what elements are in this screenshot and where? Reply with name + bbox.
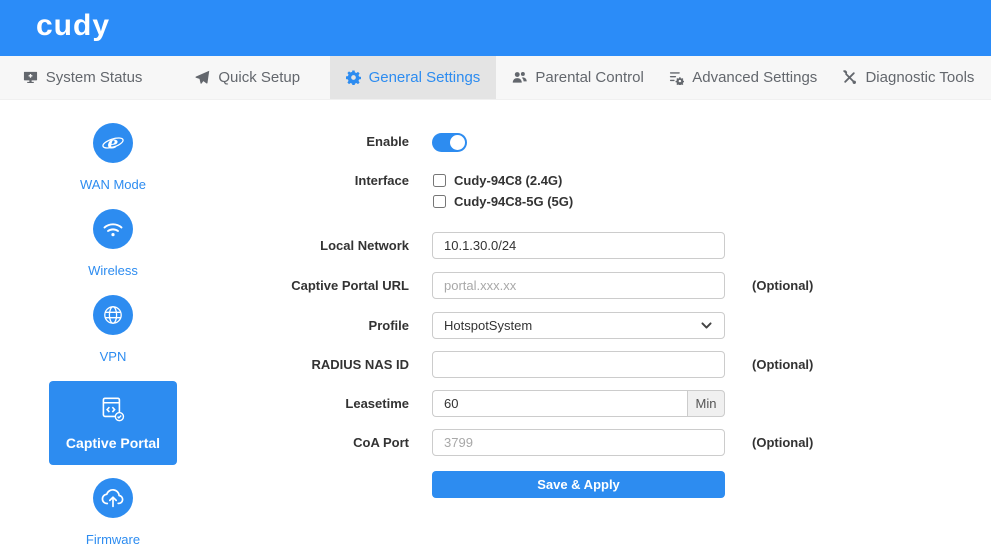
tab-label: Quick Setup xyxy=(218,69,300,86)
profile-selected-value: HotspotSystem xyxy=(444,318,532,333)
sidebar-item-vpn[interactable]: VPN xyxy=(93,295,133,364)
tab-system-status[interactable]: System Status xyxy=(0,56,165,99)
optional-note: (Optional) xyxy=(752,357,813,372)
gear-icon xyxy=(346,70,361,85)
tab-label: Parental Control xyxy=(535,69,643,86)
enable-row: Enable xyxy=(226,131,991,152)
globe-icon xyxy=(93,295,133,335)
sidebar-item-wireless[interactable]: Wireless xyxy=(88,209,138,278)
sidebar-item-firmware[interactable]: Firmware xyxy=(86,478,140,547)
header: cudy xyxy=(0,0,991,56)
interface-option-5g: Cudy-94C8-5G (5G) xyxy=(432,191,725,212)
portal-window-icon xyxy=(97,394,129,426)
tab-diagnostic-tools[interactable]: Diagnostic Tools xyxy=(826,56,991,99)
wifi-icon xyxy=(93,209,133,249)
profile-row: Profile HotspotSystem xyxy=(226,312,991,339)
leasetime-unit: Min xyxy=(687,390,725,417)
sidebar-item-wan-mode[interactable]: e WAN Mode xyxy=(80,123,146,192)
sidebar-item-label: Firmware xyxy=(86,532,140,547)
local-network-row: Local Network xyxy=(226,232,991,259)
interface-option-24g: Cudy-94C8 (2.4G) xyxy=(432,170,725,191)
main-nav: System Status Quick Setup General Settin… xyxy=(0,56,991,100)
interface-label: Interface xyxy=(226,170,432,191)
toggle-knob xyxy=(450,135,465,150)
paper-plane-icon xyxy=(195,70,210,85)
leasetime-label: Leasetime xyxy=(226,396,432,411)
tab-quick-setup[interactable]: Quick Setup xyxy=(165,56,330,99)
coa-port-label: CoA Port xyxy=(226,435,432,450)
sidebar-item-label: VPN xyxy=(100,349,127,364)
save-apply-button[interactable]: Save & Apply xyxy=(432,471,725,498)
sidebar-item-captive-portal[interactable]: Captive Portal xyxy=(49,381,177,465)
tab-label: Advanced Settings xyxy=(692,69,817,86)
tab-parental-control[interactable]: Parental Control xyxy=(496,56,661,99)
chevron-down-icon xyxy=(700,319,713,332)
sidebar-item-label: Wireless xyxy=(88,263,138,278)
radius-nas-id-label: RADIUS NAS ID xyxy=(226,357,432,372)
tab-label: System Status xyxy=(46,69,143,86)
interface-5g-checkbox[interactable] xyxy=(433,195,446,208)
crossed-tools-icon xyxy=(842,70,857,85)
captive-portal-form: Enable Interface Cudy-94C8 (2.4G) xyxy=(226,100,991,551)
tab-advanced-settings[interactable]: Advanced Settings xyxy=(661,56,826,99)
radius-nas-id-row: RADIUS NAS ID (Optional) xyxy=(226,351,991,378)
sidebar-item-label: WAN Mode xyxy=(80,177,146,192)
profile-label: Profile xyxy=(226,318,432,333)
monitor-icon xyxy=(23,70,38,85)
captive-portal-url-input[interactable] xyxy=(432,272,725,299)
enable-label: Enable xyxy=(226,134,432,149)
local-network-label: Local Network xyxy=(226,238,432,253)
interface-row: Interface Cudy-94C8 (2.4G) Cudy-94C8-5G … xyxy=(226,170,991,212)
main-area: e WAN Mode Wireless VPN Cap xyxy=(0,100,991,551)
save-row: Save & Apply xyxy=(226,469,991,498)
optional-note: (Optional) xyxy=(752,435,813,450)
cudy-logo: cudy xyxy=(36,11,110,45)
leasetime-input[interactable] xyxy=(432,390,687,417)
interface-option-label: Cudy-94C8-5G (5G) xyxy=(454,194,573,209)
coa-port-input[interactable] xyxy=(432,429,725,456)
users-icon xyxy=(512,70,527,85)
tab-label: Diagnostic Tools xyxy=(865,69,974,86)
cudy-router-admin: cudy System Status Quick Setup General S… xyxy=(0,0,991,551)
sliders-gear-icon xyxy=(669,70,684,85)
captive-portal-url-row: Captive Portal URL (Optional) xyxy=(226,272,991,299)
interface-24g-checkbox[interactable] xyxy=(433,174,446,187)
leasetime-row: Leasetime Min xyxy=(226,390,991,417)
enable-toggle[interactable] xyxy=(432,133,467,152)
sidebar: e WAN Mode Wireless VPN Cap xyxy=(0,100,226,551)
local-network-input[interactable] xyxy=(432,232,725,259)
optional-note: (Optional) xyxy=(752,278,813,293)
radius-nas-id-input[interactable] xyxy=(432,351,725,378)
profile-select[interactable]: HotspotSystem xyxy=(432,312,725,339)
browser-e-icon: e xyxy=(93,123,133,163)
coa-port-row: CoA Port (Optional) xyxy=(226,429,991,456)
svg-text:e: e xyxy=(107,134,118,154)
interface-option-label: Cudy-94C8 (2.4G) xyxy=(454,173,562,188)
cloud-upload-icon xyxy=(93,478,133,518)
sidebar-item-label: Captive Portal xyxy=(66,435,160,451)
captive-portal-url-label: Captive Portal URL xyxy=(226,278,432,293)
tab-label: General Settings xyxy=(369,69,481,86)
tab-general-settings[interactable]: General Settings xyxy=(330,56,495,99)
